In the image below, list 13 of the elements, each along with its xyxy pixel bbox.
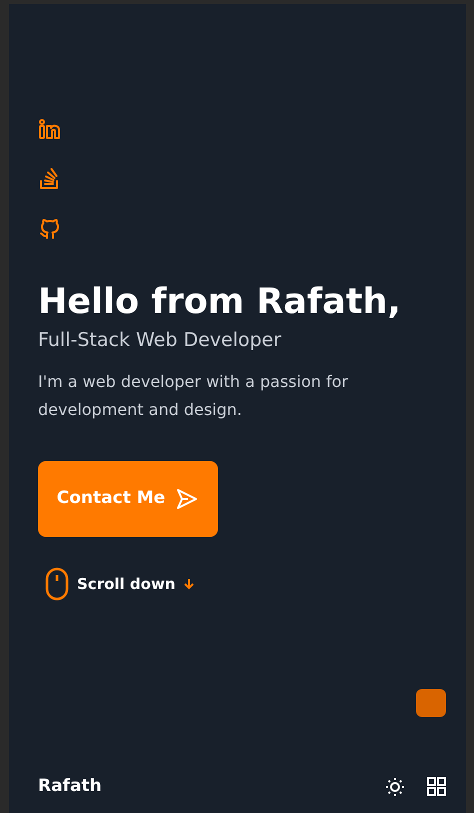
- theme-toggle-icon[interactable]: [385, 776, 405, 797]
- hero-description: I'm a web developer with a passion for development and design.: [38, 371, 350, 421]
- brand-name: Rafath: [38, 775, 102, 798]
- hero-subtitle: Full-Stack Web Developer: [38, 328, 282, 353]
- grid-menu-icon[interactable]: [427, 777, 446, 796]
- send-icon: [175, 487, 200, 511]
- scroll-top-button[interactable]: [416, 689, 446, 717]
- scroll-down-link[interactable]: Scroll down: [45, 567, 196, 601]
- cat-icon[interactable]: [38, 216, 62, 240]
- linkedin-icon[interactable]: [38, 118, 62, 142]
- mouse-icon: [45, 567, 69, 601]
- hero-heading: Hello from Rafath,: [38, 281, 402, 324]
- arrow-down-icon: [183, 578, 196, 590]
